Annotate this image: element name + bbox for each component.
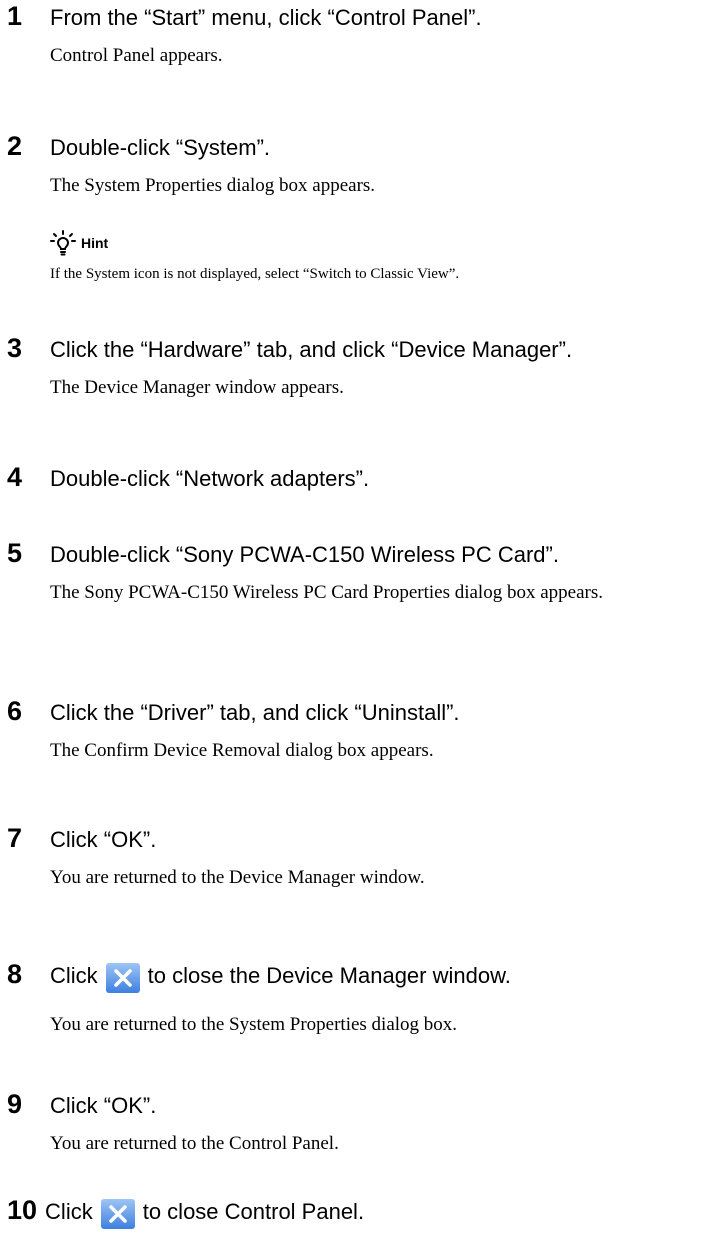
step-number: 6: [7, 696, 23, 726]
step-description: The Sony PCWA-C150 Wireless PC Card Prop…: [50, 582, 603, 603]
step-title: Click “OK”.: [50, 827, 157, 852]
step-5: 5 Double-click “Sony PCWA-C150 Wireless …: [0, 539, 704, 608]
step-description: The Confirm Device Removal dialog box ap…: [50, 740, 434, 761]
step-title: Double-click “Network adapters”.: [50, 466, 370, 491]
step-title: Click to close Control Panel.: [45, 1197, 365, 1229]
step-title-after: to close the Device Manager window.: [147, 963, 511, 988]
step-8: 8 Click to close the Device Manager wind…: [0, 960, 704, 1040]
step-7: 7 Click “OK”. You are returned to the De…: [0, 824, 704, 893]
step-9: 9 Click “OK”. You are returned to the Co…: [0, 1090, 704, 1159]
step-number: 2: [7, 131, 23, 161]
step-title: Click to close the Device Manager window…: [50, 961, 511, 993]
step-6: 6 Click the “Driver” tab, and click “Uni…: [0, 697, 704, 766]
step-number: 5: [7, 538, 23, 568]
step-description: Control Panel appears.: [50, 45, 223, 66]
step-description: You are returned to the Control Panel.: [50, 1133, 339, 1154]
step-title: Double-click “Sony PCWA-C150 Wireless PC…: [50, 542, 559, 567]
step-3: 3 Click the “Hardware” tab, and click “D…: [0, 334, 704, 403]
step-title: Double-click “System”.: [50, 135, 271, 160]
step-title: Click the “Hardware” tab, and click “Dev…: [50, 337, 573, 362]
hint-label: Hint: [81, 235, 109, 251]
step-description: The Device Manager window appears.: [50, 377, 344, 398]
step-number: 8: [7, 959, 23, 989]
close-icon: [105, 963, 140, 993]
step-number: 9: [7, 1089, 23, 1119]
step-description: The System Properties dialog box appears…: [50, 175, 376, 196]
step-title-after: to close Control Panel.: [142, 1199, 365, 1224]
step-number: 10: [7, 1195, 38, 1225]
step-title: From the “Start” menu, click “Control Pa…: [50, 5, 482, 30]
step-4: 4 Double-click “Network adapters”.: [0, 463, 704, 493]
step-number: 7: [7, 823, 23, 853]
step-number: 4: [7, 462, 23, 492]
close-icon: [100, 1199, 135, 1229]
lightbulb-icon: [50, 230, 76, 256]
step-title: Click “OK”.: [50, 1093, 157, 1118]
step-description: You are returned to the Device Manager w…: [50, 867, 425, 888]
step-title-before: Click: [45, 1199, 93, 1224]
hint-text: If the System icon is not displayed, sel…: [50, 266, 460, 282]
step-10: 10 Click to close Control Panel.: [0, 1195, 704, 1229]
step-title: Click the “Driver” tab, and click “Unins…: [50, 700, 460, 725]
step-number: 1: [7, 1, 23, 31]
step-1: 1 From the “Start” menu, click “Control …: [0, 2, 704, 71]
step-2: 2 Double-click “System”. The System Prop…: [0, 132, 704, 201]
hint-box: Hint If the System icon is not displayed…: [50, 230, 690, 284]
step-description: You are returned to the System Propertie…: [50, 1014, 458, 1035]
step-title-before: Click: [50, 963, 98, 988]
step-number: 3: [7, 333, 23, 363]
